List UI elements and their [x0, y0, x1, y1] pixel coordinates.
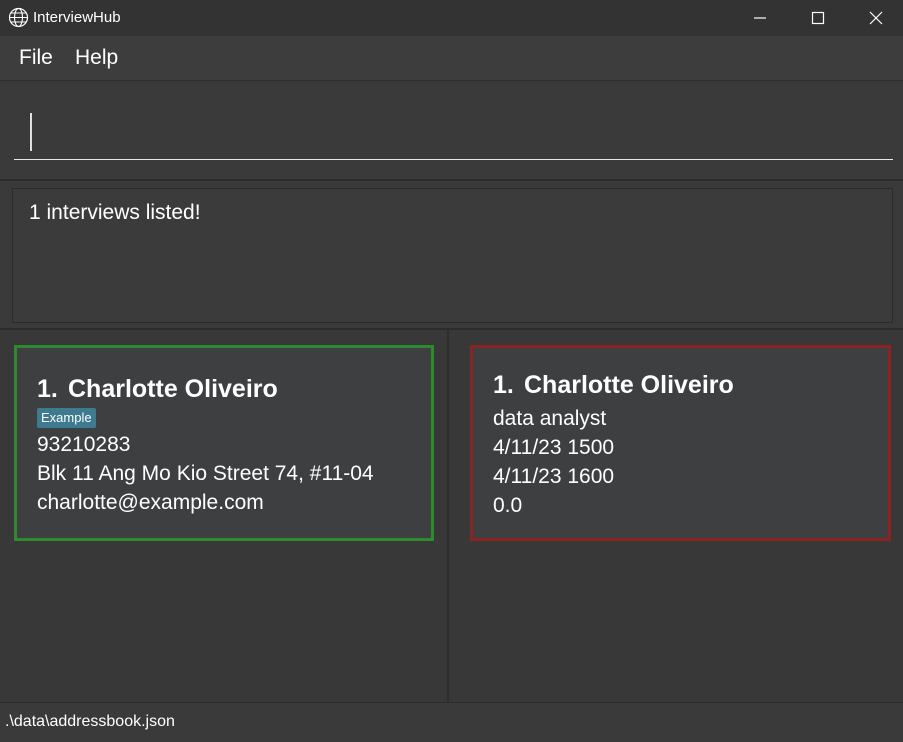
applicant-phone: 93210283	[37, 433, 131, 456]
result-display[interactable]: 1 interviews listed!	[12, 188, 893, 323]
status-bar: .\data\addressbook.json	[0, 702, 903, 742]
applicant-card[interactable]: 1. Charlotte Oliveiro Example 93210283 B…	[14, 345, 434, 541]
menu-help[interactable]: Help	[75, 46, 118, 70]
applicant-list-panel[interactable]: 1. Charlotte Oliveiro Example 93210283 B…	[0, 330, 449, 702]
applicant-tag: Example	[37, 408, 96, 428]
applicant-address: Blk 11 Ang Mo Kio Street 74, #11-04	[37, 462, 374, 485]
result-display-area: 1 interviews listed!	[0, 181, 903, 330]
interview-name: Charlotte Oliveiro	[524, 371, 734, 399]
interview-start-time: 4/11/23 1500	[493, 436, 615, 459]
interview-card[interactable]: 1. Charlotte Oliveiro data analyst 4/11/…	[470, 345, 891, 541]
command-area	[0, 81, 903, 181]
window-title: InterviewHub	[33, 9, 121, 26]
command-input[interactable]	[14, 105, 893, 160]
text-caret	[30, 113, 32, 151]
close-button[interactable]	[847, 0, 903, 36]
maximize-icon	[811, 11, 825, 25]
save-file-path: .\data\addressbook.json	[5, 713, 175, 730]
applicant-index: 1.	[37, 375, 58, 403]
interview-rating: 0.0	[493, 494, 523, 517]
interview-role: data analyst	[493, 407, 607, 430]
interview-list-panel[interactable]: 1. Charlotte Oliveiro data analyst 4/11/…	[449, 330, 903, 702]
close-icon	[869, 11, 883, 25]
interview-index: 1.	[493, 371, 514, 399]
interview-end-time: 4/11/23 1600	[493, 465, 615, 488]
globe-icon	[8, 7, 29, 28]
title-bar: InterviewHub	[0, 0, 903, 36]
minimize-icon	[754, 17, 766, 19]
maximize-button[interactable]	[789, 0, 847, 36]
menu-bar: File Help	[0, 36, 903, 81]
menu-file[interactable]: File	[19, 46, 53, 70]
applicant-name: Charlotte Oliveiro	[68, 375, 278, 403]
result-message: 1 interviews listed!	[29, 201, 201, 224]
applicant-email: charlotte@example.com	[37, 491, 264, 514]
minimize-button[interactable]	[731, 0, 789, 36]
